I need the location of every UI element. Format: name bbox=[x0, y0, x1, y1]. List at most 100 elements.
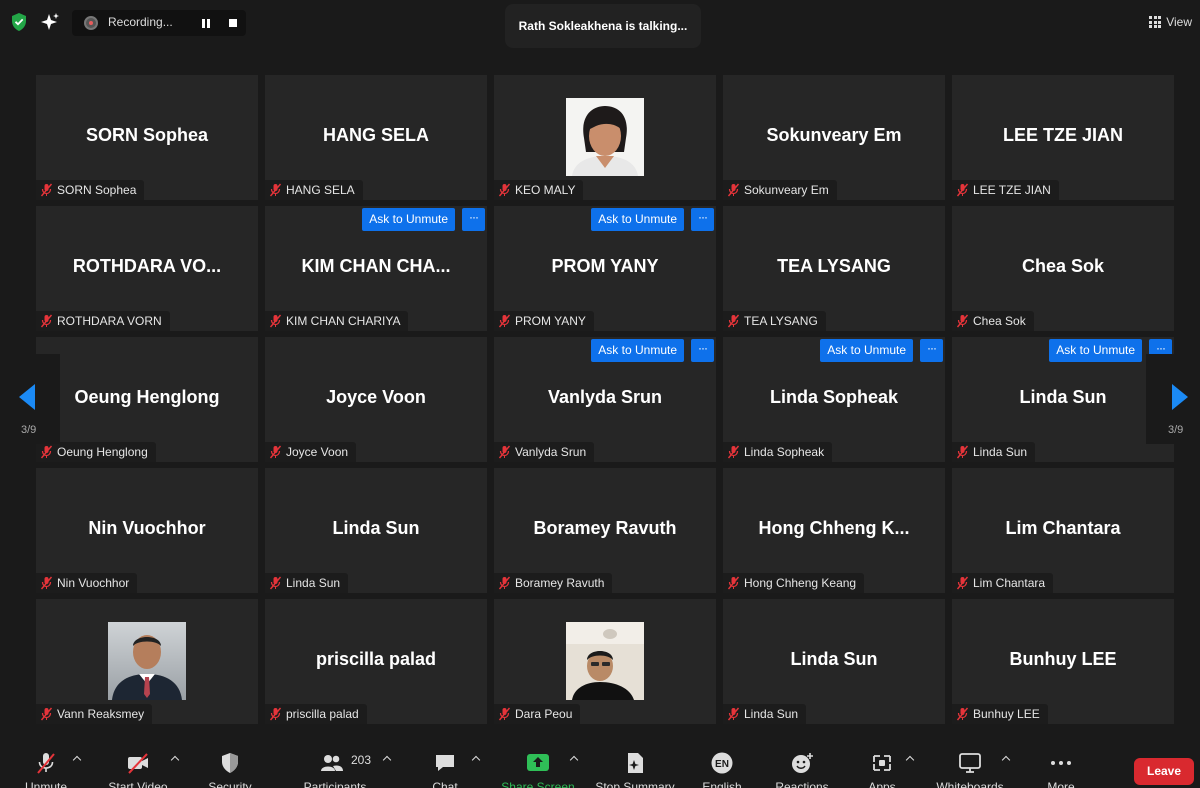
sparkle-icon[interactable] bbox=[40, 12, 60, 32]
ask-to-unmute-button[interactable]: Ask to Unmute bbox=[591, 208, 684, 231]
unmute-button[interactable]: Unmute bbox=[14, 740, 78, 788]
ask-to-unmute-button[interactable]: Ask to Unmute bbox=[591, 339, 684, 362]
mic-muted-icon bbox=[498, 445, 511, 459]
participant-tile[interactable]: Hong Chheng K... Hong Chheng Keang bbox=[723, 468, 945, 593]
participant-tile[interactable]: KIM CHAN CHA... Ask to Unmute ··· KIM CHAN … bbox=[265, 206, 487, 331]
pause-recording-button[interactable] bbox=[196, 13, 216, 33]
unmute-label: Unmute bbox=[24, 780, 68, 788]
participant-name: Linda Sun bbox=[744, 707, 799, 721]
participant-tile[interactable]: Nin Vuochhor Nin Vuochhor bbox=[36, 468, 258, 593]
participant-name-label: Nin Vuochhor bbox=[36, 573, 138, 593]
shield-icon bbox=[222, 753, 238, 773]
share-screen-icon bbox=[527, 754, 549, 771]
participant-display-name: Lim Chantara bbox=[1005, 518, 1121, 538]
participant-tile[interactable]: PROM YANY Ask to Unmute ··· PROM YANY bbox=[494, 206, 716, 331]
meeting-window: Recording... Rath Sokleakhena is talking… bbox=[0, 0, 1200, 788]
whiteboards-options-caret[interactable] bbox=[1001, 754, 1011, 764]
participant-name-label: Linda Sopheak bbox=[723, 442, 833, 462]
mic-muted-icon bbox=[40, 183, 53, 197]
participant-tile[interactable]: Bunhuy LEE Bunhuy LEE bbox=[952, 599, 1174, 724]
participant-tile[interactable]: Vann Reaksmey bbox=[36, 599, 258, 724]
participant-name-label: Linda Sun bbox=[723, 704, 807, 724]
mic-muted-icon bbox=[37, 753, 55, 774]
participant-tile[interactable]: Lim Chantara Lim Chantara bbox=[952, 468, 1174, 593]
participant-name-label: HANG SELA bbox=[265, 180, 363, 200]
ask-to-unmute-button[interactable]: Ask to Unmute bbox=[362, 208, 455, 231]
participant-display-name: Bunhuy LEE bbox=[1009, 649, 1117, 669]
participant-tile[interactable]: KEO MALY bbox=[494, 75, 716, 200]
participant-name-label: KEO MALY bbox=[494, 180, 584, 200]
participant-name-label: ROTHDARA VORN bbox=[36, 311, 170, 331]
view-button[interactable]: View bbox=[1149, 12, 1192, 32]
apps-options-caret[interactable] bbox=[905, 754, 915, 764]
apps-button[interactable]: Apps bbox=[857, 740, 907, 788]
tile-more-button[interactable]: ··· bbox=[691, 339, 714, 362]
share-screen-button[interactable]: Share Screen bbox=[498, 740, 578, 788]
previous-page-button[interactable]: 3/9 bbox=[0, 354, 60, 444]
leave-button[interactable]: Leave bbox=[1134, 758, 1194, 785]
participant-name-label: Hong Chheng Keang bbox=[723, 573, 865, 593]
participant-tile[interactable]: Boramey Ravuth Boramey Ravuth bbox=[494, 468, 716, 593]
more-button[interactable]: More bbox=[1036, 740, 1086, 788]
participant-tile[interactable]: Vanlyda Srun Ask to Unmute ··· Vanlyda Srun bbox=[494, 337, 716, 462]
participant-tile[interactable]: Linda Sopheak Ask to Unmute ··· Linda Sophe… bbox=[723, 337, 945, 462]
english-label: English bbox=[702, 780, 742, 788]
participants-button[interactable]: 203 Participants bbox=[300, 740, 371, 788]
participant-name: Vanlyda Srun bbox=[515, 445, 587, 459]
participant-name-label: LEE TZE JIAN bbox=[952, 180, 1059, 200]
chat-button[interactable]: Chat bbox=[420, 740, 470, 788]
participant-tile[interactable]: TEA LYSANG TEA LYSANG bbox=[723, 206, 945, 331]
ask-to-unmute-button[interactable]: Ask to Unmute bbox=[1049, 339, 1142, 362]
tile-more-button[interactable]: ··· bbox=[920, 339, 943, 362]
language-badge: EN bbox=[715, 759, 729, 770]
start-video-button[interactable]: Start Video bbox=[100, 740, 176, 788]
tile-more-button[interactable]: ··· bbox=[462, 208, 485, 231]
participant-name-label: KIM CHAN CHARIYA bbox=[265, 311, 409, 331]
participant-display-name: TEA LYSANG bbox=[777, 256, 891, 276]
participant-display-name: KIM CHAN CHA... bbox=[301, 256, 451, 276]
participant-tile[interactable]: Joyce Voon Joyce Voon bbox=[265, 337, 487, 462]
participant-name: Boramey Ravuth bbox=[515, 576, 605, 590]
participant-tile[interactable]: Oeung Henglong Oeung Henglong bbox=[36, 337, 258, 462]
participant-tile[interactable]: Dara Peou bbox=[494, 599, 716, 724]
participant-tile[interactable]: Linda Sun Linda Sun bbox=[723, 599, 945, 724]
participant-name: Hong Chheng Keang bbox=[744, 576, 857, 590]
tile-more-button[interactable]: ··· bbox=[691, 208, 714, 231]
next-page-button[interactable]: 3/9 bbox=[1146, 354, 1200, 444]
participant-name: priscilla palad bbox=[286, 707, 359, 721]
participant-tile[interactable]: Chea Sok Chea Sok bbox=[952, 206, 1174, 331]
mic-muted-icon bbox=[956, 183, 969, 197]
recording-label: Recording... bbox=[108, 15, 173, 29]
language-button[interactable]: EN English bbox=[697, 740, 747, 788]
share-options-caret[interactable] bbox=[569, 754, 579, 764]
security-button[interactable]: Security bbox=[200, 740, 260, 788]
participant-display-name: Linda Sopheak bbox=[769, 387, 899, 407]
participant-tile[interactable]: Sokunveary Em Sokunveary Em bbox=[723, 75, 945, 200]
participant-name: SORN Sophea bbox=[57, 183, 137, 197]
participants-options-caret[interactable] bbox=[382, 754, 392, 764]
participant-tile[interactable]: LEE TZE JIAN LEE TZE JIAN bbox=[952, 75, 1174, 200]
participant-name-label: Sokunveary Em bbox=[723, 180, 837, 200]
participant-tile[interactable]: ROTHDARA VO... ROTHDARA VORN bbox=[36, 206, 258, 331]
reactions-button[interactable]: Reactions bbox=[772, 740, 832, 788]
participant-name: Dara Peou bbox=[515, 707, 573, 721]
chat-options-caret[interactable] bbox=[471, 754, 481, 764]
participant-tile[interactable]: priscilla palad priscilla palad bbox=[265, 599, 487, 724]
stop-summary-button[interactable]: Stop Summary bbox=[590, 740, 680, 788]
participant-name: Linda Sopheak bbox=[744, 445, 825, 459]
audio-options-caret[interactable] bbox=[72, 754, 82, 764]
participant-tile[interactable]: Linda Sun Ask to Unmute ··· Linda Sun bbox=[952, 337, 1174, 462]
participant-tile[interactable]: HANG SELA HANG SELA bbox=[265, 75, 487, 200]
video-options-caret[interactable] bbox=[170, 754, 180, 764]
mic-muted-icon bbox=[269, 445, 282, 459]
mic-muted-icon bbox=[269, 314, 282, 328]
participant-name-label: Linda Sun bbox=[265, 573, 349, 593]
participant-tile[interactable]: SORN Sophea SORN Sophea bbox=[36, 75, 258, 200]
mic-muted-icon bbox=[956, 314, 969, 328]
participant-name-label: Lim Chantara bbox=[952, 573, 1054, 593]
participant-tile[interactable]: Linda Sun Linda Sun bbox=[265, 468, 487, 593]
whiteboards-button[interactable]: Whiteboards bbox=[930, 740, 1010, 788]
ask-to-unmute-button[interactable]: Ask to Unmute bbox=[820, 339, 913, 362]
shield-check-icon[interactable] bbox=[10, 12, 28, 32]
stop-recording-button[interactable] bbox=[223, 13, 243, 33]
